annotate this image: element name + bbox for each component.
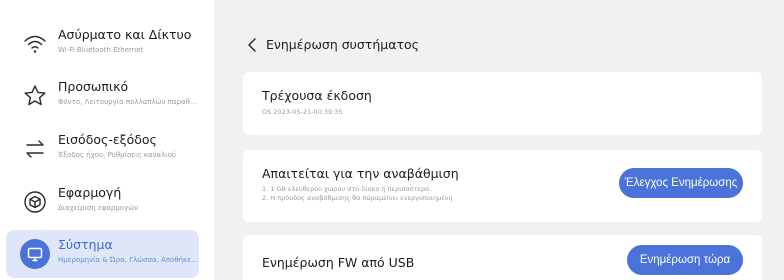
sidebar-item-wireless-network[interactable]: Ασύρματο και Δίκτυο Wi-Fi Bluetooth Ethe… (6, 20, 199, 68)
cube-icon (22, 189, 48, 215)
sidebar-item-personal[interactable]: Προσωπικό Φόντο, Λειτουργία πολλαπλών πα… (6, 72, 199, 120)
sidebar-item-application[interactable]: Εφαρμογή Διαχείριση εφαρμογών (6, 178, 199, 226)
sidebar-item-system[interactable]: Σύστημα Ημερομηνία & Ώρα, Γλώσσα, Αποθήκ… (6, 230, 199, 278)
swap-arrows-icon (22, 136, 48, 162)
update-now-button[interactable]: Ενημέρωση τώρα (627, 245, 743, 275)
sidebar-item-subtitle: Ημερομηνία & Ώρα, Γλώσσα, Αποθήκευση (58, 256, 198, 264)
sidebar-item-subtitle: Έξοδος ήχου, Ρυθμίσεις καναλιού (58, 151, 176, 159)
usb-update-title: Ενημέρωση FW από USB (262, 255, 415, 270)
sidebar: Ασύρματο και Δίκτυο Wi-Fi Bluetooth Ethe… (0, 0, 214, 280)
monitor-icon (22, 241, 48, 267)
upgrade-requirements-title: Απαιτείται για την αναβάθμιση (262, 166, 459, 181)
current-version-card: Τρέχουσα έκδοση OS 2023-05-21-00:39:35 (243, 72, 762, 135)
sidebar-item-subtitle: Wi-Fi Bluetooth Ethernet (58, 46, 144, 54)
sidebar-item-title: Προσωπικό (58, 79, 129, 94)
requirement-line-1: 1. 1 GB ελεύθερου χώρου στο δίσκο ή περι… (262, 185, 432, 193)
page-title: Ενημέρωση συστήματος (266, 37, 419, 52)
sidebar-item-title: Ασύρματο και Δίκτυο (58, 27, 192, 42)
sidebar-item-title: Εισόδος-εξόδος (58, 132, 157, 147)
current-version-value: OS 2023-05-21-00:39:35 (262, 108, 343, 116)
current-version-title: Τρέχουσα έκδοση (262, 88, 372, 103)
sidebar-item-input-output[interactable]: Εισόδος-εξόδος Έξοδος ήχου, Ρυθμίσεις κα… (6, 125, 199, 173)
upgrade-requirements-card: Απαιτείται για την αναβάθμιση 1. 1 GB ελ… (243, 150, 762, 222)
star-icon (22, 83, 48, 109)
sidebar-item-title: Εφαρμογή (58, 185, 122, 200)
sidebar-item-title: Σύστημα (58, 237, 113, 252)
check-update-button[interactable]: Έλεγχος Ενημέρωσης (619, 168, 743, 198)
usb-update-card: Ενημέρωση FW από USB Ενημέρωση τώρα (243, 235, 762, 280)
wifi-icon (22, 31, 48, 57)
sidebar-item-subtitle: Φόντο, Λειτουργία πολλαπλών παραθύρων (58, 98, 198, 106)
sidebar-item-subtitle: Διαχείριση εφαρμογών (58, 204, 138, 212)
requirement-line-2: 2. Η πρόοδος αναβάθμισης θα παραμείνει ε… (262, 194, 453, 202)
back-chevron-icon[interactable] (246, 37, 260, 53)
main-content: Ενημέρωση συστήματος Τρέχουσα έκδοση OS … (214, 0, 784, 280)
